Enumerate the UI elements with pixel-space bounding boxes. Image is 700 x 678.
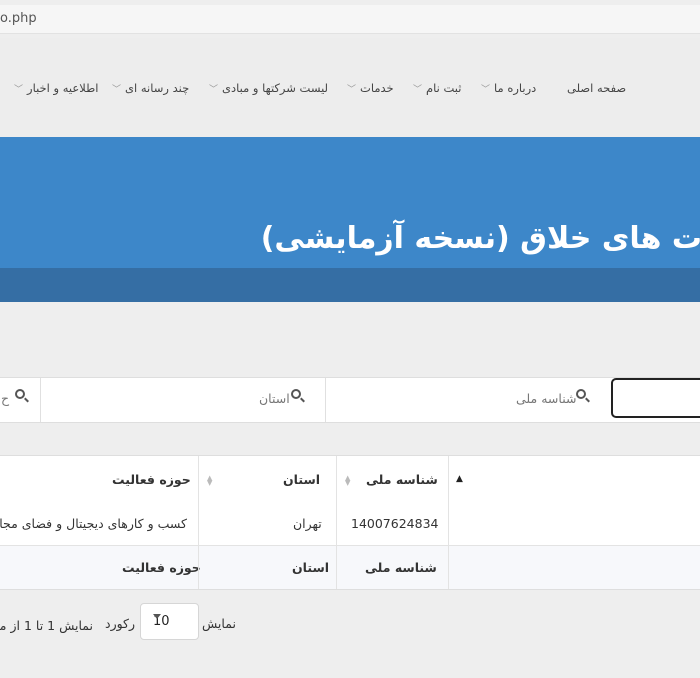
- show-label: نمایش: [202, 616, 236, 631]
- column-divider: [336, 456, 337, 589]
- column-header-province[interactable]: استان: [283, 472, 320, 487]
- nav-item-multimedia[interactable]: چند رسانه ای﹀: [112, 81, 189, 95]
- table-footer-row: شناسه ملی استان حوزه فعالیت: [0, 546, 700, 589]
- footer-activity: حوزه فعالیت: [122, 560, 201, 575]
- hero-strip: [0, 268, 700, 302]
- cell-activity: کسب و کارهای دیجیتال و فضای مجاز: [0, 516, 187, 531]
- nav-item-label: لیست شرکتها و مبادی: [222, 81, 329, 95]
- nav-item-label: صفحه اصلی: [567, 81, 627, 95]
- search-icon: [15, 389, 25, 399]
- cell-national-id: 14007624834: [351, 516, 439, 531]
- caret-down-icon: [153, 614, 161, 619]
- nav-item-label: ثبت نام: [426, 81, 462, 95]
- nav-item-label: درباره ما: [494, 81, 537, 95]
- filter-national-id[interactable]: شناسه ملی: [325, 378, 611, 422]
- filter-province-placeholder: استان: [259, 391, 290, 406]
- filter-activity-placeholder: ح: [1, 391, 10, 406]
- column-divider: [198, 456, 199, 589]
- filter-province[interactable]: استان: [40, 378, 326, 422]
- sort-icon[interactable]: ▲ ▼: [207, 475, 212, 487]
- footer-national-id: شناسه ملی: [365, 560, 437, 575]
- filter-national-id-placeholder: شناسه ملی: [516, 391, 577, 406]
- sort-asc-icon[interactable]: ▲: [456, 474, 463, 484]
- column-header-activity[interactable]: حوزه فعالیت: [112, 472, 191, 487]
- nav-item-label: اطلاعیه و اخبار: [27, 81, 99, 95]
- page-size-select[interactable]: 10: [140, 603, 199, 640]
- sort-icon[interactable]: ▲ ▼: [345, 475, 350, 487]
- records-label: رکورد: [105, 616, 136, 631]
- nav-item-services[interactable]: خدمات﹀: [347, 81, 394, 95]
- url-text: o.php: [0, 11, 37, 26]
- nav-item-label: خدمات: [360, 81, 394, 95]
- nav-item-home[interactable]: صفحه اصلی: [567, 81, 626, 95]
- search-input-focused[interactable]: [611, 378, 700, 418]
- page-title: ت های خلاق (نسخه آزمایشی): [260, 221, 700, 256]
- main-nav: صفحه اصلی درباره ما﹀ ثبت نام﹀ خدمات﹀ لیس…: [0, 38, 700, 137]
- nav-item-label: چند رسانه ای: [125, 81, 190, 95]
- chevron-down-icon: ﹀: [112, 85, 122, 95]
- search-icon: [291, 389, 301, 399]
- filter-activity[interactable]: ح: [0, 378, 41, 422]
- data-table: ▲ شناسه ملی ▲ ▼ استان ▲ ▼ حوزه فعالیت 1400…: [0, 455, 700, 590]
- nav-item-register[interactable]: ثبت نام﹀: [413, 81, 461, 95]
- column-header-national-id[interactable]: شناسه ملی: [366, 472, 438, 487]
- cell-province: تهران: [293, 516, 322, 531]
- table-header-row: ▲ شناسه ملی ▲ ▼ استان ▲ ▼ حوزه فعالیت: [0, 456, 700, 503]
- nav-item-companies[interactable]: لیست شرکتها و مبادی﹀: [209, 81, 328, 95]
- chevron-down-icon: ﹀: [347, 85, 357, 95]
- search-icon: [576, 389, 586, 399]
- table-length-control: نمایش 10 رکورد نمایش 1 تا 1 از مج: [0, 598, 700, 648]
- filter-bar: ح استان شناسه ملی: [0, 377, 700, 423]
- nav-item-about[interactable]: درباره ما﹀: [481, 81, 536, 95]
- table-info: نمایش 1 تا 1 از مج: [0, 618, 93, 633]
- table-row[interactable]: 14007624834 تهران کسب و کارهای دیجیتال و…: [0, 502, 700, 546]
- footer-province: استان: [292, 560, 330, 575]
- address-bar[interactable]: o.php: [0, 5, 700, 34]
- chevron-down-icon: ﹀: [413, 85, 423, 95]
- chevron-down-icon: ﹀: [14, 85, 24, 95]
- chevron-down-icon: ﹀: [209, 85, 219, 95]
- chevron-down-icon: ﹀: [481, 85, 491, 95]
- nav-item-news[interactable]: اطلاعیه و اخبار﹀: [14, 81, 98, 95]
- column-divider: [448, 456, 449, 589]
